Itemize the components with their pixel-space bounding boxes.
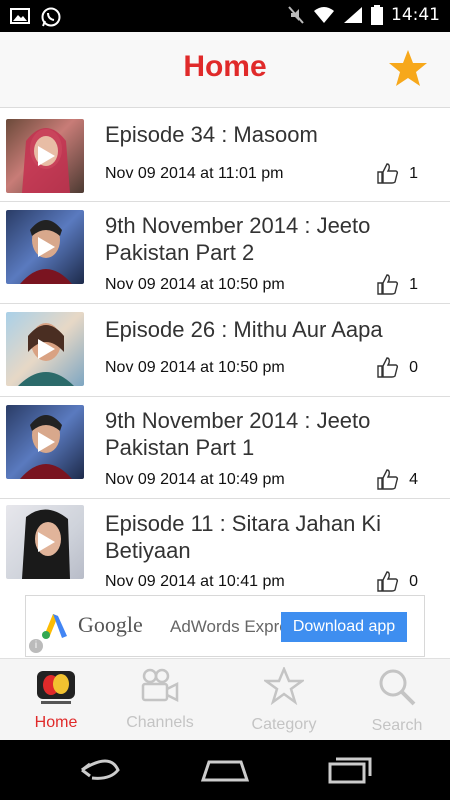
wifi-icon (314, 7, 334, 23)
play-icon (38, 237, 55, 257)
tab-home[interactable]: Home (0, 659, 112, 741)
list-item[interactable]: Episode 34 : Masoom Nov 09 2014 at 11:01… (0, 109, 450, 202)
back-icon[interactable] (70, 754, 130, 786)
app-header: Home (0, 32, 450, 108)
tab-category-label: Category (251, 716, 317, 733)
search-icon (379, 669, 416, 706)
play-icon (38, 146, 55, 166)
play-icon (38, 532, 55, 552)
video-camera-icon (141, 668, 179, 703)
tab-search-label: Search (371, 717, 423, 734)
signal-icon (344, 7, 362, 23)
like-count: 4 (409, 471, 418, 488)
tab-home-label: Home (34, 714, 78, 731)
ad-download-button[interactable]: Download app (281, 612, 407, 642)
like-count: 1 (409, 165, 418, 182)
video-thumbnail[interactable] (6, 312, 84, 386)
episode-date: Nov 09 2014 at 10:49 pm (105, 471, 285, 488)
list-item[interactable]: 9th November 2014 : Jeeto Pakistan Part … (0, 202, 450, 304)
play-icon (38, 432, 55, 452)
episode-list[interactable]: Episode 34 : Masoom Nov 09 2014 at 11:01… (0, 109, 450, 593)
dramas-online-logo-icon (37, 671, 75, 704)
list-item[interactable]: 9th November 2014 : Jeeto Pakistan Part … (0, 397, 450, 499)
episode-title[interactable]: Episode 34 : Masoom (105, 121, 438, 148)
status-bar: 14:41 (0, 0, 450, 32)
thumbs-up-icon[interactable] (376, 162, 400, 184)
episode-title[interactable]: 9th November 2014 : Jeeto Pakistan Part … (105, 407, 438, 461)
episode-date: Nov 09 2014 at 10:50 pm (105, 276, 285, 293)
thumbs-up-icon[interactable] (376, 468, 400, 490)
system-nav-bar (0, 740, 450, 800)
episode-title[interactable]: 9th November 2014 : Jeeto Pakistan Part … (105, 212, 438, 266)
video-thumbnail[interactable] (6, 405, 84, 479)
tab-search[interactable]: Search (341, 659, 450, 741)
ad-info-icon[interactable]: i (29, 639, 43, 653)
list-item[interactable]: Episode 11 : Sitara Jahan Ki Betiyaan No… (0, 499, 450, 593)
tab-category[interactable]: Category (228, 659, 340, 741)
episode-date: Nov 09 2014 at 11:01 pm (105, 165, 284, 182)
home-icon[interactable] (195, 754, 255, 786)
bottom-tab-bar: Home Channels Category Search (0, 658, 450, 740)
ad-banner[interactable]: Google AdWords Express Download app i (25, 595, 425, 657)
video-thumbnail[interactable] (6, 119, 84, 193)
clock: 14:41 (391, 5, 440, 25)
like-count: 1 (409, 276, 418, 293)
star-outline-icon (264, 667, 304, 705)
tab-channels[interactable]: Channels (104, 659, 216, 741)
thumbs-up-icon[interactable] (376, 356, 400, 378)
video-thumbnail[interactable] (6, 505, 84, 579)
like-count: 0 (409, 573, 418, 590)
mute-icon (288, 6, 304, 24)
episode-title[interactable]: Episode 26 : Mithu Aur Aapa (105, 316, 438, 343)
recent-apps-icon[interactable] (320, 754, 380, 786)
tab-channels-label: Channels (126, 714, 194, 731)
episode-date: Nov 09 2014 at 10:41 pm (105, 573, 285, 590)
ad-brand: Google (78, 612, 143, 637)
episode-title[interactable]: Episode 11 : Sitara Jahan Ki Betiyaan (105, 510, 438, 564)
thumbs-up-icon[interactable] (376, 570, 400, 592)
play-icon (38, 339, 55, 359)
video-thumbnail[interactable] (6, 210, 84, 284)
episode-date: Nov 09 2014 at 10:50 pm (105, 359, 285, 376)
gallery-icon (10, 8, 30, 24)
whatsapp-icon (41, 7, 61, 27)
like-count: 0 (409, 359, 418, 376)
list-item[interactable]: Episode 26 : Mithu Aur Aapa Nov 09 2014 … (0, 304, 450, 397)
battery-icon (371, 5, 383, 25)
page-title: Home (183, 50, 267, 83)
adwords-logo-icon (42, 614, 67, 639)
thumbs-up-icon[interactable] (376, 273, 400, 295)
favorites-star-button[interactable] (388, 48, 428, 88)
